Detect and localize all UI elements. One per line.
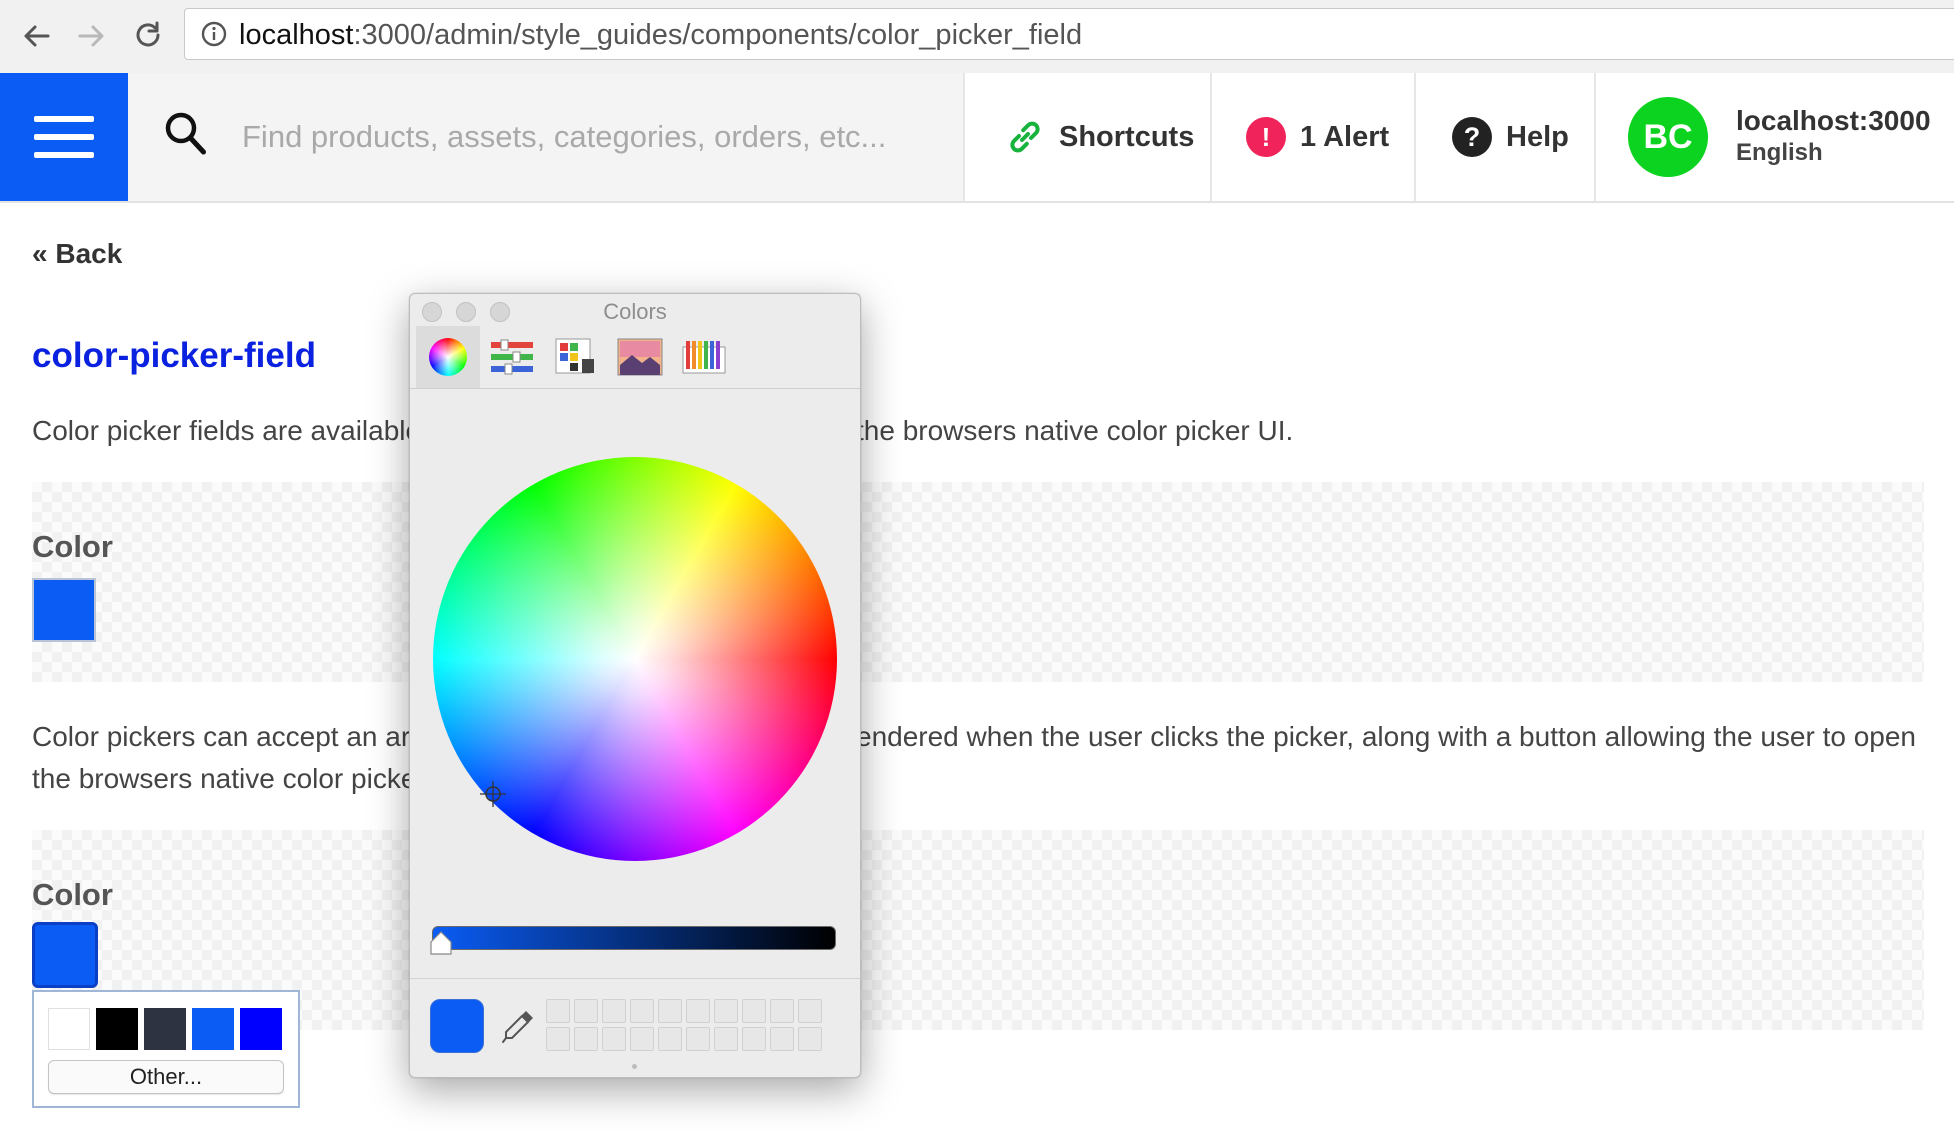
account-info: localhost:3000 English [1736,105,1931,169]
empty-swatch[interactable] [602,999,626,1023]
empty-swatch[interactable] [714,1027,738,1051]
hamburger-menu-icon[interactable] [0,73,128,201]
search-bar [128,73,963,201]
address-bar[interactable]: localhost:3000/admin/style_guides/compon… [184,8,1954,60]
empty-swatch[interactable] [686,999,710,1023]
demo-area-1 [32,482,1924,682]
alerts-label: 1 Alert [1300,120,1390,153]
eyedropper-icon[interactable] [498,1006,538,1051]
empty-swatch[interactable] [574,999,598,1023]
colors-panel: Colors [409,293,861,1078]
current-color-well[interactable] [430,999,484,1053]
color-mode-toolbar [410,326,860,389]
empty-swatch[interactable] [658,999,682,1023]
demo-area-2 [32,830,1924,1030]
back-arrow-icon[interactable] [14,14,58,58]
color-wheel-tab-icon[interactable] [416,326,480,388]
empty-swatch[interactable] [546,1027,570,1051]
account-host: localhost:3000 [1736,105,1931,136]
image-palettes-tab-icon[interactable] [608,326,672,388]
palette-swatch-dark-gray[interactable] [144,1008,186,1050]
panel-divider [410,978,860,979]
brightness-slider[interactable] [432,926,836,950]
search-icon[interactable] [164,111,208,164]
empty-swatch[interactable] [798,1027,822,1051]
forward-arrow-icon[interactable] [70,14,114,58]
link-icon [1005,117,1045,157]
empty-swatch[interactable] [546,999,570,1023]
alert-icon: ! [1246,117,1286,157]
reload-icon[interactable] [126,14,170,58]
app-header: Shortcuts ! 1 Alert ? Help BC localhost:… [0,73,1954,203]
pencils-tab-icon[interactable] [672,326,736,388]
custom-swatch-grid [546,999,824,1051]
description-1-left: Color picker fields are available [32,415,422,446]
empty-swatch[interactable] [602,1027,626,1051]
empty-swatch[interactable] [686,1027,710,1051]
empty-swatch[interactable] [770,1027,794,1051]
panel-title: Colors [603,299,667,324]
help-button[interactable]: ? Help [1414,73,1594,201]
empty-swatch[interactable] [770,999,794,1023]
palette-swatch-blue[interactable] [240,1008,282,1050]
empty-swatch[interactable] [714,999,738,1023]
shortcuts-label: Shortcuts [1059,120,1195,153]
shortcuts-button[interactable]: Shortcuts [963,73,1210,201]
field-label-1: Color [32,529,113,564]
field-label-2: Color [32,877,113,912]
empty-swatch[interactable] [658,1027,682,1051]
avatar: BC [1628,97,1708,177]
page-title: color-picker-field [32,336,316,375]
color-palettes-tab-icon[interactable] [544,326,608,388]
help-icon: ? [1452,117,1492,157]
account-language: English [1736,139,1823,166]
back-link[interactable]: « Back [32,238,122,270]
empty-swatch[interactable] [574,1027,598,1051]
empty-swatch[interactable] [742,999,766,1023]
empty-swatch[interactable] [630,999,654,1023]
color-sliders-tab-icon[interactable] [480,326,544,388]
empty-swatch[interactable] [742,1027,766,1051]
url-text: localhost:3000/admin/style_guides/compon… [239,19,1083,51]
brightness-slider-knob[interactable] [428,930,454,961]
alerts-button[interactable]: ! 1 Alert [1210,73,1414,201]
description-1-right: the browsers native color picker UI. [856,415,1294,446]
help-label: Help [1506,120,1569,153]
other-color-button[interactable]: Other... [48,1060,284,1094]
color-picker-field-2[interactable] [32,922,98,988]
palette-swatch-black[interactable] [96,1008,138,1050]
description-2-line1-right: endered when the user clicks the picker,… [856,721,1916,752]
description-2-line1-left: Color pickers can accept an arr [32,721,420,752]
panel-titlebar[interactable]: Colors [410,294,860,326]
info-icon[interactable] [201,21,227,52]
palette-swatch-brand-blue[interactable] [192,1008,234,1050]
empty-swatch[interactable] [630,1027,654,1051]
account-menu[interactable]: BC localhost:3000 English [1594,73,1954,201]
browser-toolbar: localhost:3000/admin/style_guides/compon… [0,0,1954,74]
description-2-line2-left: the browsers native color picker [32,763,426,794]
resize-grip-icon[interactable] [632,1064,637,1069]
color-palette-popover: Other... [32,990,300,1108]
palette-swatch-white[interactable] [48,1008,90,1050]
wheel-crosshair-icon[interactable] [480,781,506,807]
empty-swatch[interactable] [798,999,822,1023]
color-picker-field-1[interactable] [32,578,96,642]
search-input[interactable] [240,103,944,171]
